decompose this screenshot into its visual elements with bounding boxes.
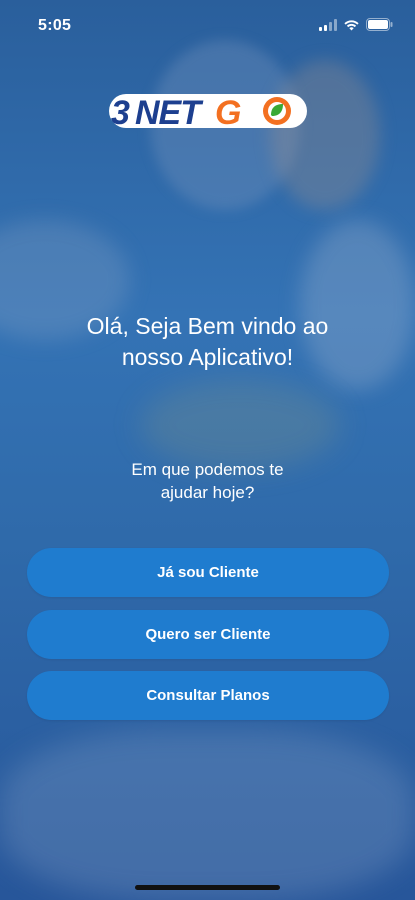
home-indicator[interactable] bbox=[135, 885, 280, 890]
netgo-logo: 3 NET G bbox=[105, 84, 311, 132]
battery-icon bbox=[366, 18, 393, 36]
help-prompt: Em que podemos te ajudar hoje? bbox=[60, 458, 355, 504]
app-screen: 5:05 3 NET G Olá, Seja Bem vindo ao noss… bbox=[0, 0, 415, 900]
view-plans-button[interactable]: Consultar Planos bbox=[27, 671, 389, 720]
welcome-line-2: nosso Aplicativo! bbox=[121, 344, 294, 370]
become-client-button[interactable]: Quero ser Cliente bbox=[27, 610, 389, 659]
status-time: 5:05 bbox=[38, 17, 72, 34]
svg-text:G: G bbox=[215, 94, 241, 132]
welcome-line-1: Olá, Seja Bem vindo ao bbox=[86, 313, 329, 339]
help-line-1: Em que podemos te bbox=[131, 460, 284, 479]
status-bar: 5:05 bbox=[0, 0, 415, 54]
wifi-icon bbox=[343, 18, 360, 36]
status-icons bbox=[319, 18, 393, 36]
svg-text:NET: NET bbox=[135, 94, 204, 132]
background-photo bbox=[0, 0, 415, 900]
existing-client-button[interactable]: Já sou Cliente bbox=[27, 548, 389, 597]
signal-icon bbox=[319, 18, 337, 36]
svg-text:3: 3 bbox=[111, 94, 130, 132]
help-line-2: ajudar hoje? bbox=[160, 483, 255, 502]
welcome-heading: Olá, Seja Bem vindo ao nosso Aplicativo! bbox=[20, 311, 395, 373]
